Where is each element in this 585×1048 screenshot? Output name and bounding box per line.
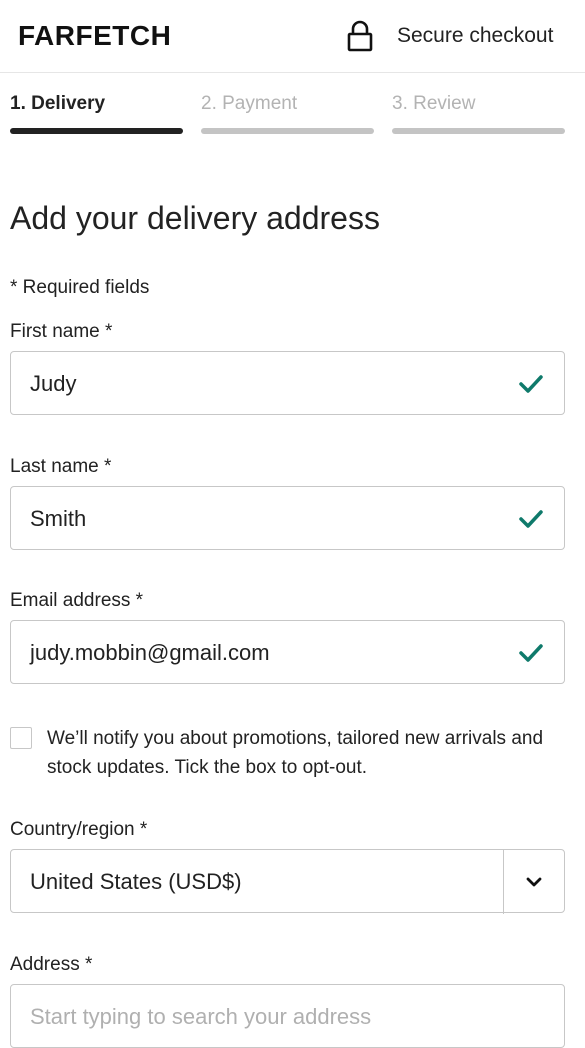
checkmark-icon (519, 375, 543, 393)
email-field[interactable]: judy.mobbin@gmail.com (10, 620, 565, 684)
step-payment-bar (201, 128, 374, 134)
brand-logo[interactable]: FARFETCH (18, 18, 171, 54)
last-name-label: Last name * (10, 456, 112, 477)
page-title: Add your delivery address (10, 200, 380, 236)
step-review-bar (392, 128, 565, 134)
checkmark-icon (519, 510, 543, 528)
step-review[interactable]: 3. Review (392, 88, 565, 134)
address-label: Address * (10, 954, 93, 975)
last-name-value: Smith (30, 506, 87, 531)
country-value: United States (USD$) (30, 869, 242, 894)
first-name-label: First name * (10, 321, 113, 342)
required-fields-note: * Required fields (10, 277, 150, 298)
chevron-down-icon[interactable] (524, 872, 544, 892)
country-select[interactable]: United States (USD$) (10, 849, 565, 914)
select-divider (503, 850, 504, 914)
address-search-input[interactable]: Start typing to search your address (10, 984, 565, 1048)
step-delivery-bar (10, 128, 183, 134)
step-payment-label: 2. Payment (201, 93, 298, 114)
lock-icon (347, 20, 373, 52)
checkout-header: FARFETCH Secure checkout (0, 0, 585, 73)
checkout-steps: 1. Delivery 2. Payment 3. Review (10, 88, 575, 138)
checkmark-icon (519, 644, 543, 662)
email-label: Email address * (10, 590, 144, 611)
address-placeholder: Start typing to search your address (30, 1004, 372, 1029)
secure-checkout-label: Secure checkout (397, 24, 554, 47)
optout-checkbox[interactable] (10, 727, 32, 749)
first-name-value: Judy (30, 371, 77, 396)
email-value: judy.mobbin@gmail.com (30, 640, 270, 665)
step-payment[interactable]: 2. Payment (201, 88, 374, 134)
step-delivery[interactable]: 1. Delivery (10, 88, 183, 134)
step-review-label: 3. Review (392, 93, 476, 114)
country-label: Country/region * (10, 819, 148, 840)
first-name-field[interactable]: Judy (10, 351, 565, 415)
last-name-field[interactable]: Smith (10, 486, 565, 550)
optout-text: We’ll notify you about promotions, tailo… (47, 728, 544, 778)
step-delivery-label: 1. Delivery (10, 93, 106, 114)
